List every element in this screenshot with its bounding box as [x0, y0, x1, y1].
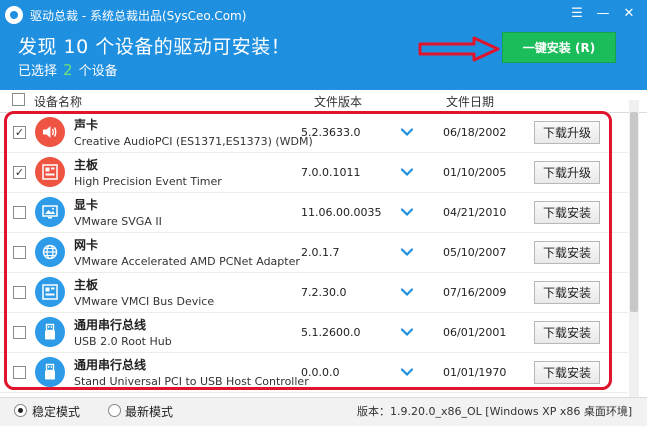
- selection-prefix: 已选择: [18, 64, 58, 79]
- device-row[interactable]: ✓ 声卡 Creative AudioPCI (ES1371,ES1373) (WD…: [0, 113, 628, 153]
- download-button[interactable]: 下载升级: [534, 121, 600, 144]
- device-type: 通用串行总线: [74, 358, 147, 372]
- device-row[interactable]: 显卡 VMware SVGA II 11.06.00.0035 04/21/2010 下…: [0, 193, 628, 233]
- driver-date: 05/10/2007: [443, 246, 507, 259]
- display-icon: [35, 197, 65, 227]
- window-title: 驱动总裁 - 系统总裁出品(SysCeo.Com): [30, 9, 247, 23]
- device-type: 显卡: [74, 198, 99, 212]
- download-button[interactable]: 下载安装: [534, 201, 600, 224]
- globe-icon: [35, 237, 65, 267]
- driver-version: 2.0.1.7: [301, 246, 340, 259]
- device-checkbox[interactable]: ✓: [13, 126, 26, 139]
- download-button[interactable]: 下载安装: [534, 321, 600, 344]
- version-dropdown-chevron-icon[interactable]: [400, 285, 414, 299]
- select-all-checkbox[interactable]: [12, 93, 25, 106]
- download-button[interactable]: 下载安装: [534, 241, 600, 264]
- minimize-icon[interactable]: —: [592, 4, 614, 22]
- device-model: Stand Universal PCI to USB Host Controll…: [74, 375, 309, 388]
- device-model: USB 2.0 Root Hub: [74, 335, 172, 348]
- driver-version: 5.1.2600.0: [301, 326, 361, 339]
- scrollbar[interactable]: [629, 100, 639, 398]
- device-row[interactable]: 通用串行总线 Stand Universal PCI to USB Host Co…: [0, 353, 628, 393]
- device-type: 主板: [74, 278, 99, 292]
- driver-version: 7.2.30.0: [301, 286, 347, 299]
- driver-date: 06/18/2002: [443, 126, 507, 139]
- device-model: VMware VMCI Bus Device: [74, 295, 215, 308]
- driver-date: 04/21/2010: [443, 206, 507, 219]
- close-icon[interactable]: ✕: [618, 4, 640, 22]
- version-dropdown-chevron-icon[interactable]: [400, 365, 414, 379]
- driver-date: 06/01/2001: [443, 326, 507, 339]
- device-checkbox[interactable]: ✓: [13, 166, 26, 179]
- device-row[interactable]: 网卡 VMware Accelerated AMD PCNet Adapter 2.…: [0, 233, 628, 273]
- column-header: 设备名称 文件版本 文件日期: [0, 90, 647, 113]
- column-file-date: 文件日期: [446, 95, 495, 109]
- download-button[interactable]: 下载安装: [534, 281, 600, 304]
- header-bar: 驱动总裁 - 系统总裁出品(SysCeo.Com) ☰ — ✕ 发现 10 个设…: [0, 0, 647, 90]
- latest-mode-radio[interactable]: [108, 404, 121, 417]
- device-type: 网卡: [74, 238, 99, 252]
- version-dropdown-chevron-icon[interactable]: [400, 125, 414, 139]
- menu-icon[interactable]: ☰: [566, 4, 588, 22]
- driver-date: 01/01/1970: [443, 366, 507, 379]
- version-dropdown-chevron-icon[interactable]: [400, 245, 414, 259]
- headline: 发现 10 个设备的驱动可安装！: [18, 36, 291, 58]
- selection-count: 2: [63, 61, 73, 79]
- device-model: High Precision Event Timer: [74, 175, 222, 188]
- stable-mode-radio[interactable]: [14, 404, 27, 417]
- device-checkbox[interactable]: [13, 246, 26, 259]
- driver-date: 07/16/2009: [443, 286, 507, 299]
- download-button[interactable]: 下载升级: [534, 161, 600, 184]
- download-button[interactable]: 下载安装: [534, 361, 600, 384]
- version-info: 版本：1.9.20.0_x86_OL [Windows XP x86 桌面环境]: [357, 405, 633, 418]
- device-row[interactable]: 通用串行总线 USB 2.0 Root Hub 5.1.2600.0 06/01/20…: [0, 313, 628, 353]
- device-type: 声卡: [74, 118, 99, 132]
- device-checkbox[interactable]: [13, 326, 26, 339]
- version-dropdown-chevron-icon[interactable]: [400, 165, 414, 179]
- version-dropdown-chevron-icon[interactable]: [400, 205, 414, 219]
- driver-version: 5.2.3633.0: [301, 126, 361, 139]
- device-row[interactable]: 主板 VMware VMCI Bus Device 7.2.30.0 07/16/20…: [0, 273, 628, 313]
- usb-icon: [35, 357, 65, 387]
- install-all-button[interactable]: 一键安装 (R): [502, 32, 616, 63]
- latest-mode-label: 最新模式: [125, 405, 174, 419]
- device-checkbox[interactable]: [13, 206, 26, 219]
- device-model: Creative AudioPCI (ES1371,ES1373) (WDM): [74, 135, 313, 148]
- device-checkbox[interactable]: [13, 286, 26, 299]
- motherboard-icon: [35, 277, 65, 307]
- driver-version: 7.0.0.1011: [301, 166, 361, 179]
- selection-summary: 已选择 2 个设备: [18, 60, 118, 79]
- device-checkbox[interactable]: [13, 366, 26, 379]
- column-file-version: 文件版本: [314, 95, 363, 109]
- usb-icon: [35, 317, 65, 347]
- speaker-icon: [35, 117, 65, 147]
- driver-version: 0.0.0.0: [301, 366, 340, 379]
- version-dropdown-chevron-icon[interactable]: [400, 325, 414, 339]
- device-type: 通用串行总线: [74, 318, 147, 332]
- motherboard-icon: [35, 157, 65, 187]
- device-model: VMware SVGA II: [74, 215, 162, 228]
- driver-date: 01/10/2005: [443, 166, 507, 179]
- footer-bar: 稳定模式 最新模式 版本：1.9.20.0_x86_OL [Windows XP…: [0, 397, 647, 426]
- device-type: 主板: [74, 158, 99, 172]
- arrow-right-icon: [418, 36, 500, 62]
- app-logo-icon: [5, 6, 23, 24]
- device-model: VMware Accelerated AMD PCNet Adapter: [74, 255, 300, 268]
- device-list: ✓ 声卡 Creative AudioPCI (ES1371,ES1373) (WD…: [0, 113, 628, 393]
- stable-mode-label: 稳定模式: [32, 405, 81, 419]
- column-device-name: 设备名称: [34, 95, 83, 109]
- selection-suffix: 个设备: [78, 64, 118, 79]
- scrollbar-thumb[interactable]: [630, 112, 638, 312]
- device-row[interactable]: ✓ 主板 High Precision Event Timer 7.0.0.1011 0…: [0, 153, 628, 193]
- driver-version: 11.06.00.0035: [301, 206, 382, 219]
